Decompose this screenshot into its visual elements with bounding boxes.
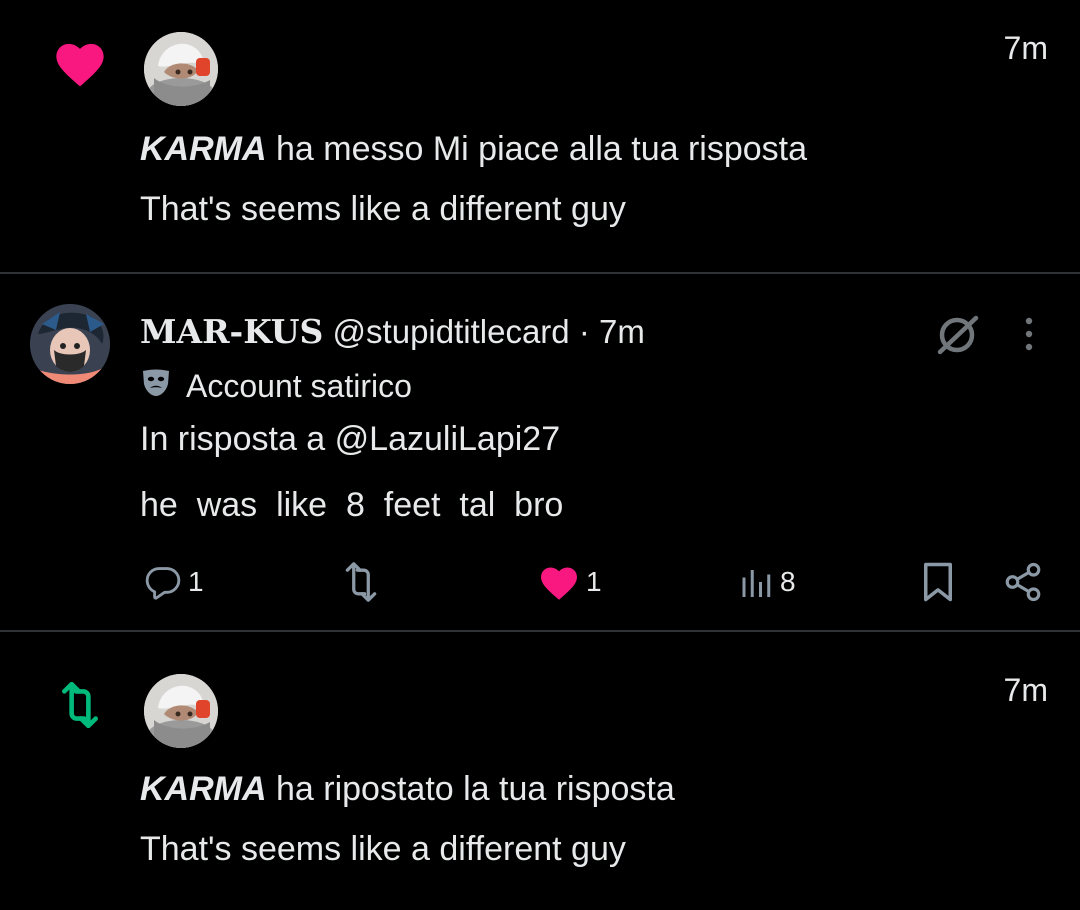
- account-label-text: Account satirico: [186, 367, 412, 404]
- repost-icon: [52, 681, 108, 733]
- avatar[interactable]: [144, 674, 218, 748]
- views-button[interactable]: 8: [738, 560, 796, 604]
- share-button[interactable]: [1002, 560, 1044, 604]
- like-count: 1: [586, 566, 602, 597]
- avatar[interactable]: [144, 32, 218, 106]
- divider: [0, 272, 1080, 274]
- author-name[interactable]: MAR-KUS: [140, 312, 323, 351]
- bookmark-icon: [920, 561, 956, 603]
- tweet-body: he was like 8 feet tal bro: [140, 486, 564, 524]
- grok-icon[interactable]: [934, 312, 980, 363]
- notification-time: 7m: [1003, 30, 1048, 66]
- reply-to-prefix: In risposta a: [140, 420, 326, 458]
- reply-icon: [144, 563, 182, 601]
- quoted-reply-text: That's seems like a different guy: [140, 190, 626, 228]
- views-count: 8: [780, 566, 796, 597]
- reply-to-handle[interactable]: @LazuliLapi27: [335, 420, 560, 458]
- notification-time: 7m: [1003, 672, 1048, 708]
- theater-mask-icon: [140, 366, 172, 406]
- share-icon: [1002, 561, 1044, 603]
- repost-button[interactable]: [338, 560, 384, 604]
- tweet-header: MAR-KUS @stupidtitlecard · 7m: [140, 312, 645, 351]
- divider: [0, 630, 1080, 632]
- reply-context: In risposta a @LazuliLapi27: [140, 420, 560, 459]
- repost-icon: [338, 562, 384, 602]
- separator: ·: [578, 313, 590, 350]
- avatar[interactable]: [30, 304, 110, 384]
- like-button[interactable]: 1: [538, 560, 602, 604]
- notification-text: KARMA ha messo Mi piace alla tua rispost…: [140, 130, 807, 169]
- quoted-reply-text: That's seems like a different guy: [140, 830, 626, 868]
- actor-name[interactable]: KARMA: [140, 770, 267, 808]
- author-handle[interactable]: @stupidtitlecard: [333, 313, 570, 350]
- reply-button[interactable]: 1: [144, 560, 204, 604]
- reply-count: 1: [188, 566, 204, 597]
- more-options-icon[interactable]: [1022, 316, 1036, 357]
- action-text: ha ripostato la tua risposta: [276, 770, 675, 808]
- views-icon: [738, 564, 774, 600]
- tweet-time[interactable]: 7m: [599, 313, 645, 350]
- bookmark-button[interactable]: [920, 560, 956, 604]
- action-text: ha messo Mi piace alla tua risposta: [276, 130, 808, 168]
- heart-icon: [52, 38, 108, 93]
- notification-text: KARMA ha ripostato la tua risposta: [140, 770, 675, 809]
- account-label: Account satirico: [140, 366, 412, 406]
- actor-name[interactable]: KARMA: [140, 130, 267, 168]
- heart-icon: [538, 563, 580, 601]
